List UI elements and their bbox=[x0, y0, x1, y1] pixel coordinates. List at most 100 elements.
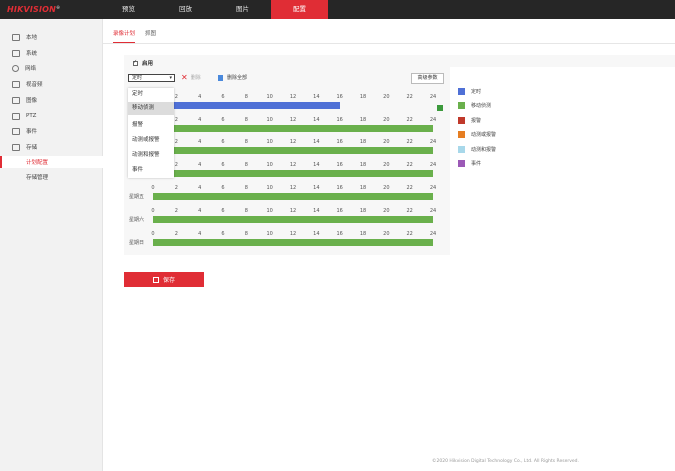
schedule-bar[interactable] bbox=[153, 147, 433, 154]
sidebar-item-video-audio[interactable]: 视音频 bbox=[0, 78, 103, 90]
schedule-bar[interactable] bbox=[153, 193, 433, 200]
sidebar-item-event[interactable]: 事件 bbox=[0, 125, 103, 137]
legend-item: 事件 bbox=[458, 160, 558, 167]
hour-tick-label: 6 bbox=[221, 139, 225, 145]
hour-tick-label: 14 bbox=[313, 117, 320, 123]
monitor-icon bbox=[12, 33, 20, 41]
copyright-footer: ©2020 Hikvision Digital Technology Co., … bbox=[432, 459, 579, 464]
legend-swatch bbox=[458, 88, 465, 95]
hour-tick-label: 20 bbox=[383, 231, 390, 237]
hour-tick-label: 18 bbox=[359, 139, 367, 145]
panel-header-band bbox=[450, 55, 675, 67]
hour-tick-label: 6 bbox=[221, 117, 225, 123]
sidebar-item-image[interactable]: 图像 bbox=[0, 94, 103, 106]
hour-tick-label: 14 bbox=[313, 185, 320, 191]
hour-tick-label: 10 bbox=[266, 117, 273, 123]
save-label: 保存 bbox=[162, 277, 175, 284]
legend-item: 报警 bbox=[458, 117, 558, 124]
enable-checkbox-row[interactable]: 启用 bbox=[133, 59, 153, 67]
save-button[interactable]: 保存 bbox=[124, 272, 204, 287]
delete-all-button[interactable]: 删除全部 bbox=[218, 74, 247, 81]
schedule-bar[interactable] bbox=[153, 216, 433, 223]
legend-swatch bbox=[458, 146, 465, 153]
sidebar-item-schedule-settings[interactable]: 计划配置 bbox=[0, 156, 103, 168]
schedule-bar[interactable] bbox=[153, 239, 433, 246]
nav-playback[interactable]: 回放 bbox=[157, 0, 214, 19]
copy-icon[interactable] bbox=[437, 105, 443, 111]
hour-tick-label: 18 bbox=[359, 231, 367, 237]
hour-tick-label: 22 bbox=[406, 185, 413, 191]
close-icon: ✕ bbox=[181, 72, 188, 82]
hour-tick-label: 16 bbox=[336, 94, 343, 100]
chevron-down-icon: ▾ bbox=[169, 75, 172, 81]
legend-item: 移动侦测 bbox=[458, 102, 558, 109]
dropdown-option[interactable]: 报警 bbox=[128, 119, 174, 132]
video-icon bbox=[12, 80, 20, 88]
hour-tick-label: 4 bbox=[198, 117, 202, 123]
event-icon bbox=[12, 127, 20, 135]
sidebar-item-ptz[interactable]: PTZ bbox=[0, 110, 103, 122]
schedule-bar[interactable] bbox=[153, 125, 433, 132]
enable-label: 启用 bbox=[142, 61, 154, 67]
hour-tick-label: 20 bbox=[383, 139, 390, 145]
delete-label: 删除 bbox=[190, 75, 201, 81]
dropdown-option[interactable]: 动测或报警 bbox=[128, 134, 174, 147]
sidebar-item-label: 视音频 bbox=[26, 82, 43, 88]
schedule-bar[interactable] bbox=[153, 102, 340, 109]
hour-tick-label: 0 bbox=[151, 231, 155, 237]
hour-tick-label: 12 bbox=[289, 117, 297, 123]
globe-icon bbox=[12, 64, 19, 72]
hour-tick-label: 16 bbox=[336, 139, 343, 145]
hour-tick-label: 16 bbox=[336, 208, 343, 214]
nav-picture[interactable]: 图片 bbox=[214, 0, 271, 19]
hour-tick-label: 16 bbox=[336, 162, 343, 168]
dropdown-option[interactable]: 移动侦测 bbox=[128, 102, 174, 115]
hour-tick-label: 18 bbox=[359, 162, 367, 168]
hour-tick-label: 6 bbox=[221, 231, 225, 237]
dropdown-option[interactable]: 定时 bbox=[128, 88, 174, 101]
hour-tick-label: 20 bbox=[383, 185, 390, 191]
hour-tick-label: 22 bbox=[406, 231, 413, 237]
legend-item: 动测和报警 bbox=[458, 146, 558, 153]
tab-capture[interactable]: 抓图 bbox=[145, 29, 156, 43]
hour-tick-label: 10 bbox=[266, 94, 273, 100]
sub-tabs: 录像计划 抓图 bbox=[113, 29, 166, 43]
hour-tick-label: 6 bbox=[221, 94, 225, 100]
sidebar-item-storage-management[interactable]: 存储管理 bbox=[0, 171, 103, 183]
sidebar-item-storage[interactable]: 存储 bbox=[0, 141, 103, 153]
tab-record-schedule[interactable]: 录像计划 bbox=[113, 29, 136, 43]
hour-tick-label: 18 bbox=[359, 94, 367, 100]
hour-tick-label: 20 bbox=[383, 94, 390, 100]
system-icon bbox=[12, 49, 20, 57]
hour-tick-label: 22 bbox=[406, 94, 413, 100]
hour-tick-label: 14 bbox=[313, 162, 320, 168]
legend-item: 定时 bbox=[458, 88, 558, 95]
dropdown-option[interactable]: 动测和报警 bbox=[128, 149, 174, 162]
hour-tick-label: 4 bbox=[198, 208, 202, 214]
schedule-bar[interactable] bbox=[153, 170, 433, 177]
hour-tick-label: 10 bbox=[266, 231, 273, 237]
storage-icon bbox=[12, 143, 20, 151]
sidebar-item-system[interactable]: 系统 bbox=[0, 47, 103, 59]
delete-button[interactable]: ✕ 删除 bbox=[181, 72, 201, 82]
logo-reg-mark: ® bbox=[56, 5, 61, 10]
hour-tick-label: 20 bbox=[383, 208, 390, 214]
advanced-params-button[interactable]: 高级参数 bbox=[411, 73, 444, 84]
hour-tick-label: 22 bbox=[406, 162, 413, 168]
sidebar-item-network[interactable]: 网络 bbox=[0, 62, 103, 74]
enable-checkbox[interactable] bbox=[133, 59, 138, 66]
legend-swatch bbox=[458, 117, 465, 124]
dropdown-option[interactable]: 事件 bbox=[128, 164, 174, 177]
schedule-type-select[interactable]: 定时 ▾ bbox=[128, 74, 175, 82]
hour-tick-label: 14 bbox=[313, 94, 320, 100]
hour-tick-label: 0 bbox=[151, 185, 155, 191]
save-icon bbox=[152, 276, 159, 283]
legend-label: 事件 bbox=[471, 161, 482, 167]
tab-divider bbox=[103, 43, 675, 44]
sidebar-item-label: 图像 bbox=[26, 98, 38, 104]
nav-preview[interactable]: 预览 bbox=[100, 0, 157, 19]
sidebar-item-local[interactable]: 本地 bbox=[0, 31, 103, 43]
legend-swatch bbox=[458, 131, 465, 138]
nav-configuration[interactable]: 配置 bbox=[271, 0, 328, 19]
image-icon bbox=[12, 96, 20, 104]
